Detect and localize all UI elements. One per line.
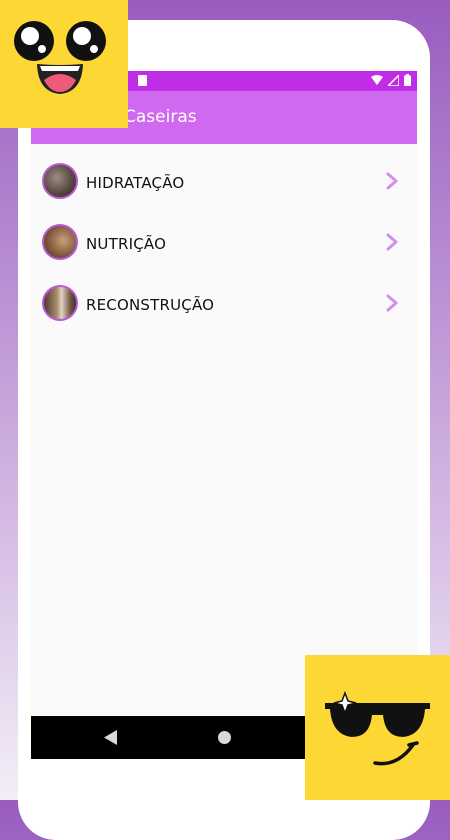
status-icons bbox=[371, 74, 411, 86]
list-item-label: HIDRATAÇÃO bbox=[86, 174, 185, 192]
list-item-reconstrucao[interactable]: RECONSTRUÇÃO bbox=[31, 266, 417, 327]
wifi-icon bbox=[371, 74, 383, 85]
hair-photo-avatar bbox=[42, 163, 78, 199]
app-title: Caseiras bbox=[124, 107, 197, 127]
back-icon[interactable] bbox=[104, 730, 118, 745]
hair-photo-avatar bbox=[42, 224, 78, 260]
cute-face-sticker bbox=[0, 0, 128, 128]
hair-photo-avatar bbox=[42, 285, 78, 321]
signal-icon bbox=[388, 74, 399, 86]
battery-icon bbox=[404, 74, 411, 86]
list-item-label: NUTRIÇÃO bbox=[86, 235, 167, 253]
list-item-hidratacao[interactable]: HIDRATAÇÃO bbox=[31, 144, 417, 205]
category-list: HIDRATAÇÃO NUTRIÇÃO RECONSTRUÇÃO bbox=[31, 144, 417, 327]
sd-card-icon bbox=[138, 75, 147, 86]
cute-face-icon bbox=[14, 21, 106, 94]
list-item-nutricao[interactable]: NUTRIÇÃO bbox=[31, 205, 417, 266]
sunglasses-face-icon bbox=[325, 690, 430, 766]
sunglasses-face-sticker bbox=[305, 655, 450, 800]
chevron-right-icon bbox=[386, 233, 398, 251]
list-item-label: RECONSTRUÇÃO bbox=[86, 296, 215, 314]
home-icon[interactable] bbox=[218, 731, 231, 744]
chevron-right-icon bbox=[386, 172, 398, 190]
chevron-right-icon bbox=[386, 294, 398, 312]
